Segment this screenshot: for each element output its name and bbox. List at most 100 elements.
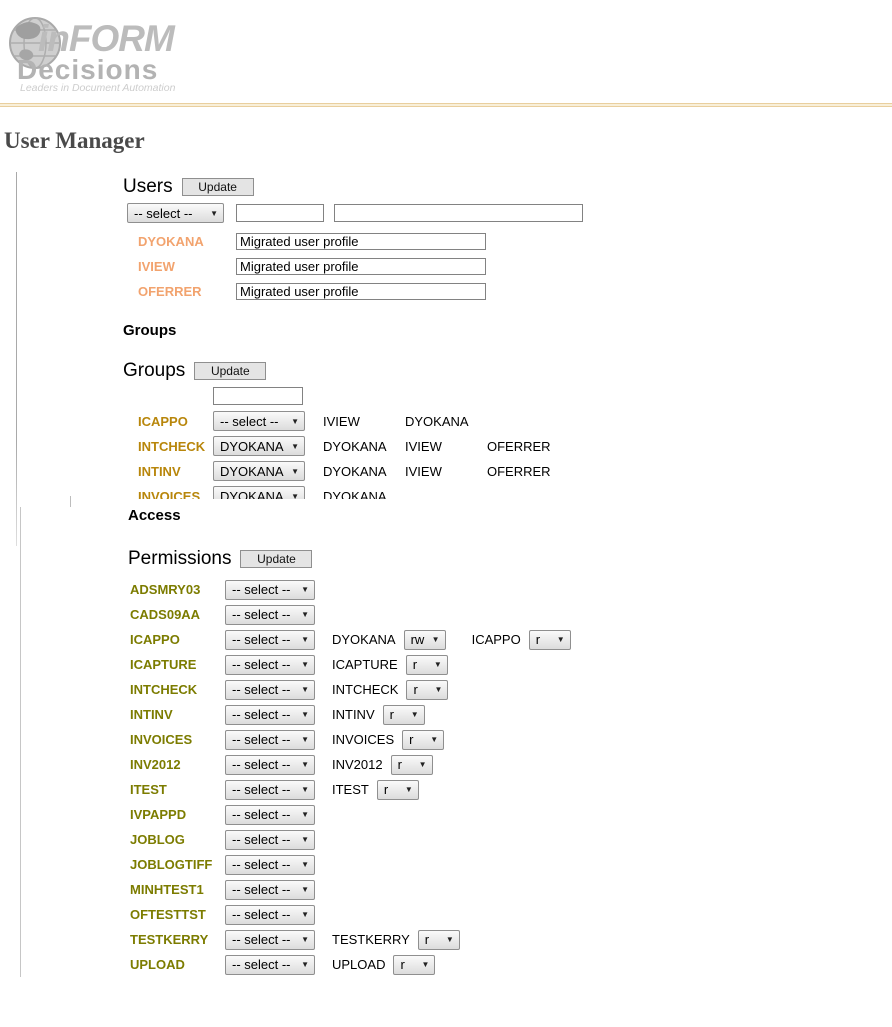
user-manager-page: inFORM Decisions Leaders in Document Aut… [0,0,892,1027]
grant-level-select-value: r [400,957,404,972]
permission-user-select-value: -- select -- [232,907,291,922]
group-name: INTINV [138,464,213,479]
group-owner-select[interactable]: -- select -- ▼ [213,411,305,431]
permission-user-select[interactable]: -- select -- ▼ [225,630,315,650]
chevron-down-icon: ▼ [291,417,299,426]
permission-row: ADSMRY03 -- select -- ▼ [128,577,571,602]
chevron-down-icon: ▼ [301,685,309,694]
permission-user-select[interactable]: -- select -- ▼ [225,880,315,900]
permission-user-select-value: -- select -- [232,707,291,722]
grant-level-select-value: rw [411,632,425,647]
users-section-title: Users [123,176,173,198]
chevron-down-icon: ▼ [430,735,438,744]
permission-user-select[interactable]: -- select -- ▼ [225,605,315,625]
grant-level-select-value: r [398,757,402,772]
permissions-update-button[interactable]: Update [240,550,312,568]
group-member-name: IVIEW [405,439,487,454]
grant-level-select[interactable]: r ▼ [529,630,571,650]
permission-user-select[interactable]: -- select -- ▼ [225,580,315,600]
permissions-list: ADSMRY03 -- select -- ▼ CADS09AA -- sele… [128,577,571,977]
groups-section-title: Groups [123,360,185,382]
permission-grant: ICAPTURE r ▼ [332,655,448,675]
chevron-down-icon: ▼ [291,467,299,476]
group-owner-select[interactable]: DYOKANA ▼ [213,436,305,456]
permission-grant: TESTKERRY r ▼ [332,930,460,950]
groups-section: Groups Update ICAPPO -- select -- ▼ IVIE… [123,360,583,499]
grant-level-select[interactable]: r ▼ [406,655,448,675]
groups-update-button[interactable]: Update [194,362,266,380]
permission-user-select[interactable]: -- select -- ▼ [225,905,315,925]
user-description-input[interactable] [236,283,486,300]
grant-level-select[interactable]: r ▼ [418,930,460,950]
permission-user-select[interactable]: -- select -- ▼ [225,755,315,775]
group-name: ICAPPO [138,414,213,429]
access-heading: Access [128,507,181,524]
page-title: User Manager [4,128,145,154]
permission-row: UPLOAD -- select -- ▼ UPLOAD r ▼ [128,952,571,977]
permission-grant: UPLOAD r ▼ [332,955,435,975]
new-user-select[interactable]: -- select -- ▼ [127,203,224,223]
grant-level-select[interactable]: r ▼ [377,780,419,800]
grant-target-name: UPLOAD [332,957,385,972]
permission-user-select[interactable]: -- select -- ▼ [225,705,315,725]
grant-level-select-value: r [384,782,388,797]
group-name: INTCHECK [138,439,213,454]
group-row: INTCHECK DYOKANA ▼ DYOKANAIVIEWOFERRER [123,434,583,459]
permission-user-select[interactable]: -- select -- ▼ [225,830,315,850]
permission-name: JOBLOGTIFF [130,857,225,872]
user-description-input[interactable] [236,258,486,275]
user-description-input[interactable] [236,233,486,250]
permission-row: INTCHECK -- select -- ▼ INTCHECK r ▼ [128,677,571,702]
new-user-description-input[interactable] [334,204,583,222]
chevron-down-icon: ▼ [411,710,419,719]
permission-user-select[interactable]: -- select -- ▼ [225,805,315,825]
user-name: IVIEW [138,259,236,274]
permission-row: ITEST -- select -- ▼ ITEST r ▼ [128,777,571,802]
chevron-down-icon: ▼ [301,585,309,594]
permission-name: ICAPTURE [130,657,225,672]
grant-target-name: INV2012 [332,757,383,772]
group-owner-select[interactable]: DYOKANA ▼ [213,486,305,499]
permission-user-select[interactable]: -- select -- ▼ [225,780,315,800]
group-row: INTINV DYOKANA ▼ DYOKANAIVIEWOFERRER [123,459,583,484]
permission-user-select-value: -- select -- [232,807,291,822]
group-owner-select-value: DYOKANA [220,464,284,479]
grant-level-select[interactable]: rw ▼ [404,630,446,650]
permission-row: JOBLOGTIFF -- select -- ▼ [128,852,571,877]
grant-level-select[interactable]: r ▼ [402,730,444,750]
grant-level-select[interactable]: r ▼ [406,680,448,700]
groups-list: ICAPPO -- select -- ▼ IVIEWDYOKANA INTCH… [123,409,583,499]
grant-level-select[interactable]: r ▼ [393,955,435,975]
new-group-name-input[interactable] [213,387,303,405]
grant-level-select[interactable]: r ▼ [391,755,433,775]
grant-level-select[interactable]: r ▼ [383,705,425,725]
permission-user-select[interactable]: -- select -- ▼ [225,655,315,675]
permission-row: ICAPPO -- select -- ▼ DYOKANA rw ▼ ICAPP… [128,627,571,652]
permission-name: MINHTEST1 [130,882,225,897]
user-row: OFERRER [123,279,583,304]
permission-user-select[interactable]: -- select -- ▼ [225,680,315,700]
group-row: INVOICES DYOKANA ▼ DYOKANA [123,484,583,499]
grant-target-name: INTINV [332,707,375,722]
chevron-down-icon: ▼ [301,785,309,794]
group-member-name: OFERRER [487,439,569,454]
grant-target-name: ICAPPO [472,632,521,647]
chevron-down-icon: ▼ [446,935,454,944]
permission-user-select[interactable]: -- select -- ▼ [225,855,315,875]
group-owner-select[interactable]: DYOKANA ▼ [213,461,305,481]
user-name: DYOKANA [138,234,236,249]
permission-row: TESTKERRY -- select -- ▼ TESTKERRY r ▼ [128,927,571,952]
permission-grant: INTINV r ▼ [332,705,425,725]
chevron-down-icon: ▼ [291,492,299,499]
permission-name: ITEST [130,782,225,797]
permission-name: JOBLOG [130,832,225,847]
new-user-name-input[interactable] [236,204,324,222]
group-row: ICAPPO -- select -- ▼ IVIEWDYOKANA [123,409,583,434]
inform-decisions-logo: inFORM Decisions Leaders in Document Aut… [8,10,208,94]
permission-name: OFTESTTST [130,907,225,922]
permission-user-select-value: -- select -- [232,732,291,747]
users-update-button[interactable]: Update [182,178,254,196]
permission-user-select[interactable]: -- select -- ▼ [225,730,315,750]
permission-user-select[interactable]: -- select -- ▼ [225,930,315,950]
permission-user-select[interactable]: -- select -- ▼ [225,955,315,975]
